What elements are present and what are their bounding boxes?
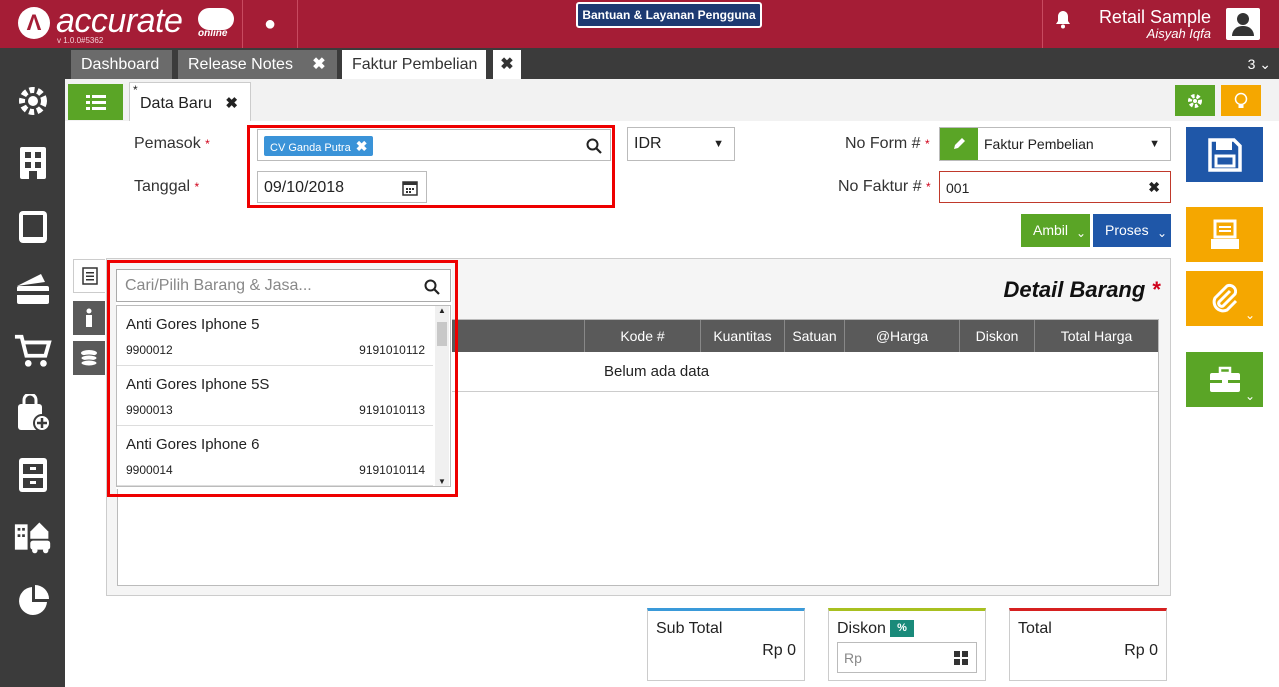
no-form-label: No Form # * [845, 135, 930, 152]
clear-icon[interactable]: ✖ [1148, 172, 1160, 202]
app-version: v 1.0.0#5362 [57, 36, 104, 45]
list-view-button[interactable] [68, 84, 123, 120]
tab-faktur-pembelian[interactable]: Faktur Pembelian [342, 50, 486, 79]
gear-icon [1188, 93, 1202, 108]
chevron-down-icon: ⌄ [1156, 226, 1167, 240]
tanggal-label: Tanggal * [134, 178, 200, 195]
pie-chart-icon[interactable] [14, 582, 52, 620]
subtotal-value: Rp 0 [762, 642, 796, 659]
list-icon [85, 95, 106, 110]
highlight-box-header [247, 125, 615, 208]
tips-button[interactable] [1221, 85, 1261, 116]
detail-title: Detail Barang * [1003, 277, 1160, 302]
print-button[interactable] [1186, 207, 1263, 262]
user-icon [1237, 13, 1249, 25]
chevron-down-icon: ⌄ [1244, 389, 1255, 403]
col-diskon[interactable]: Diskon [959, 320, 1034, 352]
cloud-icon [198, 8, 234, 30]
caret-down-icon: ▼ [713, 138, 724, 150]
notification-bell-icon[interactable] [1042, 0, 1082, 48]
pemasok-label: Pemasok * [134, 135, 210, 152]
company-building-icon[interactable] [14, 144, 52, 182]
user-name[interactable]: Aisyah Iqfa [1147, 26, 1211, 41]
no-faktur-input[interactable]: 001 ✖ [939, 171, 1171, 203]
highlight-box-dropdown [107, 260, 458, 497]
avatar[interactable] [1226, 8, 1260, 40]
add-bag-icon[interactable] [14, 394, 52, 432]
status-dot-button[interactable]: ● [243, 0, 298, 48]
cost-tab[interactable] [73, 341, 105, 375]
shopping-cart-icon[interactable] [14, 332, 52, 370]
total-value: Rp 0 [1124, 642, 1158, 659]
tab-data-baru[interactable]: * Data Baru ✖ [129, 82, 251, 121]
info-tab[interactable] [73, 301, 105, 335]
info-icon [86, 308, 92, 327]
bank-card-icon[interactable] [14, 270, 52, 308]
currency-select[interactable]: IDR ▼ [627, 127, 735, 161]
diskon-card: Diskon % Rp [828, 608, 986, 681]
tab-dashboard[interactable]: Dashboard [71, 50, 172, 79]
app-logo[interactable]: Λ accurate online v 1.0.0#5362 [0, 0, 243, 48]
total-card: Total Rp 0 [1009, 608, 1167, 681]
save-button[interactable] [1186, 127, 1263, 182]
settings-gear-icon[interactable] [14, 82, 52, 120]
chevron-down-icon: ⌄ [1075, 226, 1086, 240]
ledger-book-icon[interactable] [14, 208, 52, 246]
col-total-harga[interactable]: Total Harga [1034, 320, 1158, 352]
company-name[interactable]: Retail Sample [1099, 7, 1211, 28]
toolbox-icon [1209, 366, 1240, 392]
col-satuan[interactable]: Satuan [784, 320, 844, 352]
asset-building-car-icon[interactable] [14, 518, 52, 556]
no-form-select[interactable]: Faktur Pembelian ▼ [939, 127, 1171, 161]
sidebar [0, 48, 65, 687]
logo-mark-icon: Λ [18, 7, 50, 39]
paperclip-icon [1212, 283, 1237, 312]
tools-button[interactable]: ⌄ [1186, 352, 1263, 407]
col-harga[interactable]: @Harga [844, 320, 959, 352]
lightbulb-icon [1234, 92, 1248, 108]
detail-items-tab[interactable] [73, 259, 105, 293]
subtotal-card: Sub Total Rp 0 [647, 608, 805, 681]
help-button[interactable]: Bantuan & Layanan Pengguna [576, 2, 762, 28]
proses-button[interactable]: Proses ⌄ [1093, 214, 1171, 247]
edit-pencil-icon[interactable] [940, 128, 978, 160]
close-icon[interactable]: ✖ [305, 50, 333, 79]
chevron-down-icon: ⌄ [1259, 56, 1271, 72]
form-toolbar: * Data Baru ✖ [65, 79, 1279, 121]
top-bar: Λ accurate online v 1.0.0#5362 ● Bantuan… [0, 0, 1279, 48]
calculator-icon[interactable] [954, 651, 968, 665]
close-icon[interactable]: ✖ [225, 83, 238, 125]
caret-down-icon: ▼ [1149, 138, 1160, 150]
coins-icon [80, 350, 98, 367]
percent-toggle[interactable]: % [890, 620, 914, 637]
save-floppy-icon [1207, 137, 1242, 172]
chevron-down-icon: ⌄ [1244, 308, 1255, 322]
col-kode[interactable]: Kode # [584, 320, 700, 352]
col-kuantitas[interactable]: Kuantitas [700, 320, 784, 352]
tab-count-badge[interactable]: 3 ⌄ [1248, 50, 1271, 79]
document-list-icon [81, 267, 98, 285]
diskon-input[interactable]: Rp [837, 642, 977, 673]
archive-cabinet-icon[interactable] [14, 456, 52, 494]
attachment-button[interactable]: ⌄ [1186, 271, 1263, 326]
tab-bar: Dashboard Release Notes ✖ Faktur Pembeli… [65, 48, 1279, 79]
printer-icon [1210, 219, 1239, 249]
ambil-button[interactable]: Ambil ⌄ [1021, 214, 1090, 247]
form-settings-button[interactable] [1175, 85, 1215, 116]
no-faktur-label: No Faktur # * [838, 178, 931, 195]
close-icon[interactable]: ✖ [493, 50, 521, 79]
logo-subtext: online [198, 28, 228, 39]
